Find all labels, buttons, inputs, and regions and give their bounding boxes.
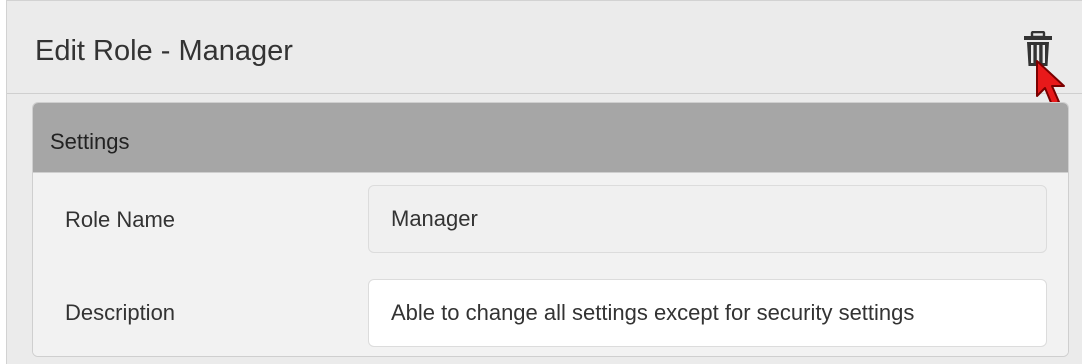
role-name-label: Role Name [65, 207, 176, 232]
description-label: Description [65, 300, 176, 325]
trash-icon[interactable] [1023, 31, 1053, 67]
description-field[interactable] [368, 279, 1047, 347]
settings-title: Settings [50, 129, 130, 154]
dialog-title: Edit Role - Manager [35, 35, 293, 67]
settings-panel-header: Settings [33, 103, 1068, 173]
dialog-header: Edit Role - Manager [7, 1, 1082, 106]
role-name-field[interactable] [368, 185, 1047, 253]
settings-panel: Settings Role Name Description [32, 102, 1069, 357]
edit-role-dialog: Edit Role - Manager Settings Role Name D… [6, 0, 1082, 364]
settings-panel-body: Role Name Description [33, 173, 1068, 356]
